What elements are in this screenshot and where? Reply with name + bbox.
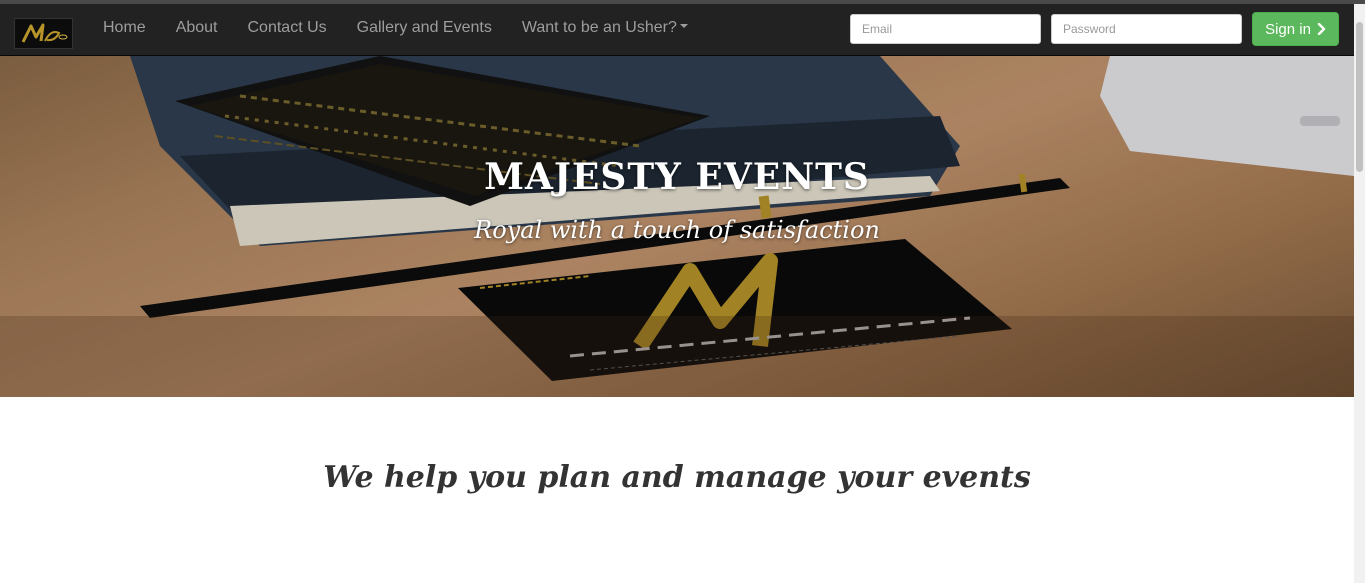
section-tagline: We help you plan and manage your events [323,460,1031,495]
sign-in-label: Sign in [1265,20,1311,38]
nav-usher-dropdown[interactable]: Want to be an Usher? [507,4,703,56]
login-form: Sign in [850,12,1339,46]
sign-in-button[interactable]: Sign in [1252,12,1339,46]
scrollbar-thumb[interactable] [1356,22,1363,172]
nav-usher-label: Want to be an Usher? [521,19,677,36]
caret-down-icon [679,23,688,28]
hero-subtitle: Royal with a touch of satisfaction [474,216,880,244]
nav-about[interactable]: About [161,4,233,56]
nav-contact-us[interactable]: Contact Us [233,4,342,56]
nav-links: Home About Contact Us Gallery and Events… [88,4,703,56]
email-input[interactable] [850,14,1041,44]
brand-logo[interactable] [14,18,73,49]
page-scrollbar[interactable] [1354,4,1365,583]
password-input[interactable] [1051,14,1242,44]
navbar: Home About Contact Us Gallery and Events… [0,4,1354,56]
nav-home[interactable]: Home [88,4,161,56]
chevron-right-icon [1317,23,1326,35]
majesty-m-logo-icon [21,23,68,43]
nav-gallery-events[interactable]: Gallery and Events [342,4,507,56]
hero-banner: MAJESTY EVENTS Royal with a touch of sat… [0,56,1354,397]
hero-title: MAJESTY EVENTS [484,156,870,198]
